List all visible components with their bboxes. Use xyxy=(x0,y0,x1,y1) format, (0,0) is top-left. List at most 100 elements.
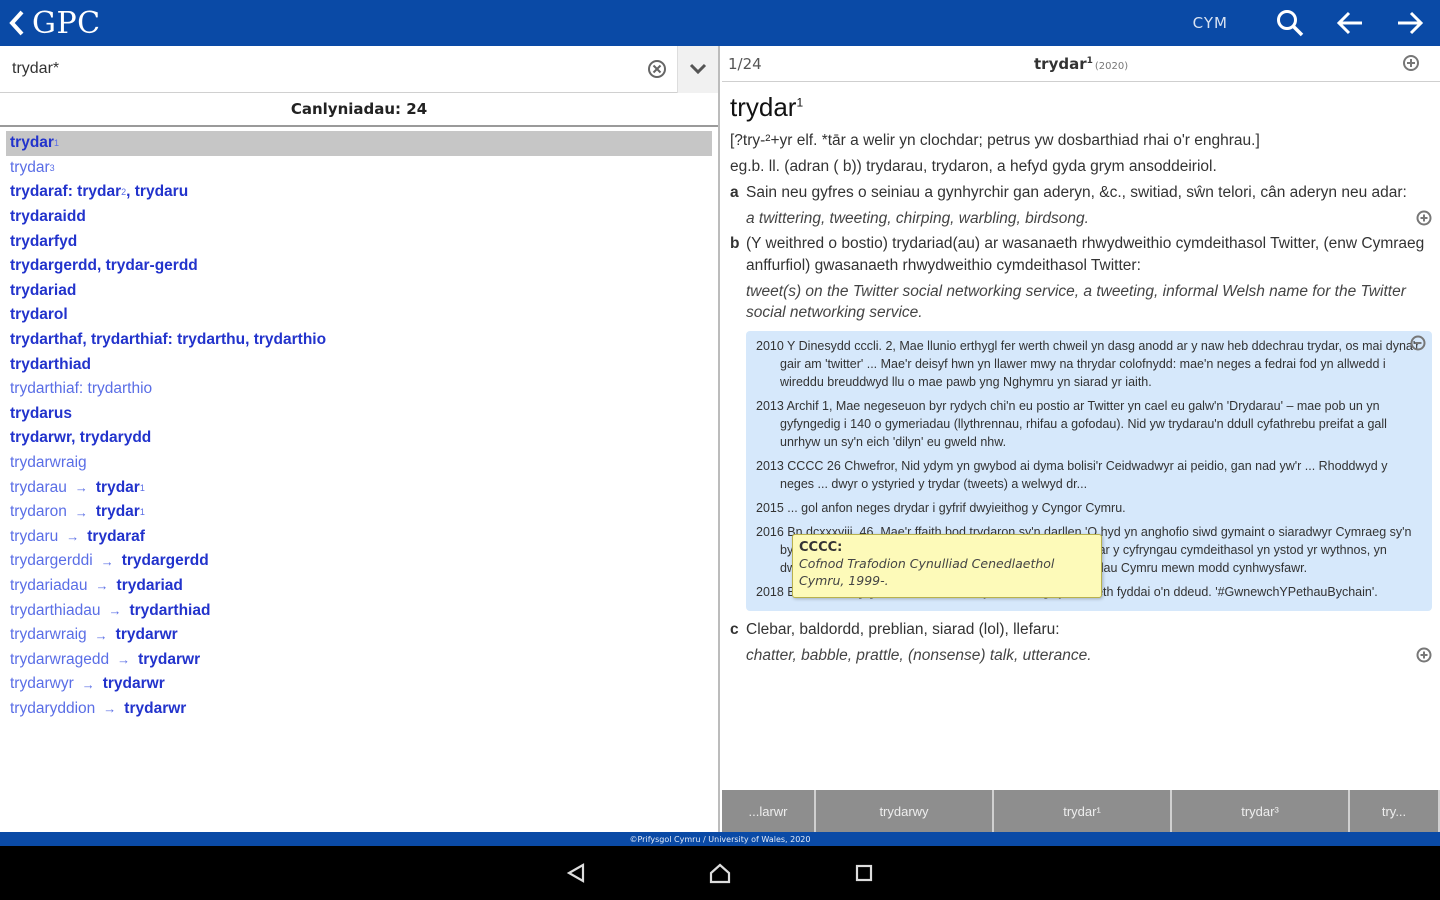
entry-tab[interactable]: ...larwr xyxy=(722,790,816,832)
entry-tab[interactable]: trydar¹ xyxy=(994,790,1172,832)
expand-citations-icon[interactable] xyxy=(1416,647,1432,663)
result-text: trydarwyr xyxy=(10,675,74,693)
result-text: trydar xyxy=(95,478,140,496)
system-home-button[interactable] xyxy=(648,846,792,900)
result-text: trydarwr xyxy=(102,675,165,693)
entry-header-title: trydar1 (2020) xyxy=(1034,55,1128,73)
result-item[interactable]: trydarfyd xyxy=(6,229,712,254)
result-text: trydarthaf, trydarthiaf: trydarthu, tryd… xyxy=(10,331,327,349)
result-item[interactable]: trydaron → trydar 1 xyxy=(6,500,712,525)
result-text: , trydaru xyxy=(126,183,189,201)
result-item[interactable]: trydaraidd xyxy=(6,205,712,230)
back-brand-button[interactable]: GPC xyxy=(0,0,101,46)
result-item[interactable]: trydar 1 xyxy=(6,131,712,156)
previous-button[interactable] xyxy=(1320,0,1380,46)
results-count: Canlyniadau: 24 xyxy=(0,93,718,127)
result-text: trydaron xyxy=(10,503,67,521)
entry-header: 1/24 trydar1 (2020) xyxy=(722,46,1440,82)
search-input[interactable] xyxy=(12,60,637,78)
result-item[interactable]: trydarwr, trydarydd xyxy=(6,426,712,451)
result-item[interactable]: trydargerdd, trydar-gerdd xyxy=(6,254,712,279)
cross-ref-arrow-icon: → xyxy=(74,504,88,520)
plus-circle-icon[interactable] xyxy=(1402,54,1420,72)
result-item[interactable]: trydarwraig xyxy=(6,451,712,476)
result-item[interactable]: trydarwyr → trydarwr xyxy=(6,672,712,697)
citation: 2013 Archif 1, Mae negeseuon byr rydych … xyxy=(756,399,1387,449)
copyright-footer: ©Prifysgol Cymru / University of Wales, … xyxy=(0,832,1440,846)
citation: 2013 CCCC 26 Chwefror, Nid ydym yn gwybo… xyxy=(756,459,1388,491)
collapse-citations-icon[interactable] xyxy=(1410,335,1426,351)
tooltip-title: CCCC: xyxy=(799,540,843,555)
result-text: trydariad xyxy=(116,576,183,594)
chevron-left-icon xyxy=(9,10,24,36)
sense-c-gloss: chatter, babble, prattle, (nonsense) tal… xyxy=(746,645,1432,666)
cross-ref-arrow-icon: → xyxy=(81,676,95,692)
next-button[interactable] xyxy=(1380,0,1440,46)
gloss-text: a twittering, tweeting, chirping, warbli… xyxy=(746,210,1089,227)
cross-ref-arrow-icon: → xyxy=(66,529,80,545)
system-nav-bar xyxy=(0,846,1440,900)
clear-search-button[interactable] xyxy=(637,46,677,93)
result-text: trydaryddion xyxy=(10,699,96,717)
search-box xyxy=(0,45,678,93)
cross-ref-arrow-icon: → xyxy=(95,578,109,594)
entry-tab[interactable]: trydar³ xyxy=(1172,790,1350,832)
system-back-button[interactable] xyxy=(504,846,648,900)
result-item[interactable]: trydaryddion → trydarwr xyxy=(6,697,712,722)
entry-nav-tabs: ...larwr trydarwy trydar¹ trydar³ try... xyxy=(722,790,1440,832)
result-text: trydarwr, trydarydd xyxy=(10,429,152,447)
home-icon xyxy=(709,863,731,884)
result-text: trydarthiaf: trydarthio xyxy=(10,380,153,398)
result-text: trydarol xyxy=(10,306,68,324)
result-item[interactable]: trydariadau → trydariad xyxy=(6,574,712,599)
top-actions: CYM xyxy=(1193,0,1440,46)
result-item[interactable]: trydarol xyxy=(6,303,712,328)
result-text: trydariadau xyxy=(10,576,88,594)
result-item[interactable]: trydarthiadau → trydarthiad xyxy=(6,598,712,623)
result-text: trydaraf xyxy=(87,527,145,545)
result-item[interactable]: trydariad xyxy=(6,279,712,304)
expand-citations-icon[interactable] xyxy=(1416,210,1432,226)
result-item[interactable]: trydaru → trydaraf xyxy=(6,525,712,550)
entry-tab[interactable]: trydarwy xyxy=(816,790,994,832)
app-root: GPC CYM trydar* Canlyniadau: 24 trydar 1… xyxy=(0,0,1440,900)
result-text: trydar xyxy=(95,503,140,521)
homograph-number: 1 xyxy=(139,507,145,518)
entry-header-word: trydar xyxy=(1034,54,1087,73)
result-text: trydarthiad xyxy=(10,355,91,373)
entry-header-year: (2020) xyxy=(1094,60,1129,72)
result-item[interactable]: trydaraf: trydar 2, trydaru xyxy=(6,180,712,205)
sense-label: b xyxy=(730,235,740,252)
triangle-back-icon xyxy=(566,863,585,883)
result-text: trydaraf: trydar xyxy=(10,183,122,201)
result-text: trydar xyxy=(10,134,54,152)
sense-text: Clebar, baldordd, preblian, siarad (lol)… xyxy=(746,621,1060,638)
cross-ref-arrow-icon: → xyxy=(100,553,114,569)
result-item[interactable]: trydarau → trydar 1 xyxy=(6,475,712,500)
grammar-info: eg.b. ll. (adran ( b)) trydarau, trydaro… xyxy=(730,158,1217,175)
language-toggle[interactable]: CYM xyxy=(1193,14,1228,32)
result-item[interactable]: trydarwraig → trydarwr xyxy=(6,623,712,648)
search-icon xyxy=(1277,10,1304,37)
search-row xyxy=(0,45,718,93)
sense-b-gloss: tweet(s) on the Twitter social networkin… xyxy=(746,283,1406,321)
result-item[interactable]: trydarthiaf: trydarthio xyxy=(6,377,712,402)
result-text: trydarwraig xyxy=(10,626,87,644)
result-item[interactable]: trydar 3 xyxy=(6,156,712,181)
result-text: trydarfyd xyxy=(10,232,78,250)
sense-text: (Y weithred o bostio) trydariad(au) ar w… xyxy=(746,235,1425,274)
result-item[interactable]: trydargerddi → trydargerdd xyxy=(6,549,712,574)
search-options-dropdown[interactable] xyxy=(678,45,718,93)
result-item[interactable]: trydarus xyxy=(6,402,712,427)
result-item[interactable]: trydarwragedd → trydarwr xyxy=(6,647,712,672)
search-button[interactable] xyxy=(1260,0,1320,46)
sense-label: a xyxy=(730,184,739,201)
entry-tab[interactable]: try... xyxy=(1350,790,1440,832)
etymology: [?try-²+yr elf. *tār a welir yn clochdar… xyxy=(730,132,1260,149)
result-item[interactable]: trydarthaf, trydarthiaf: trydarthu, tryd… xyxy=(6,328,712,353)
cross-ref-arrow-icon: → xyxy=(94,627,108,643)
system-recents-button[interactable] xyxy=(792,846,936,900)
arrow-left-icon xyxy=(1336,11,1362,35)
result-item[interactable]: trydarthiad xyxy=(6,352,712,377)
cross-ref-arrow-icon: → xyxy=(117,652,131,668)
